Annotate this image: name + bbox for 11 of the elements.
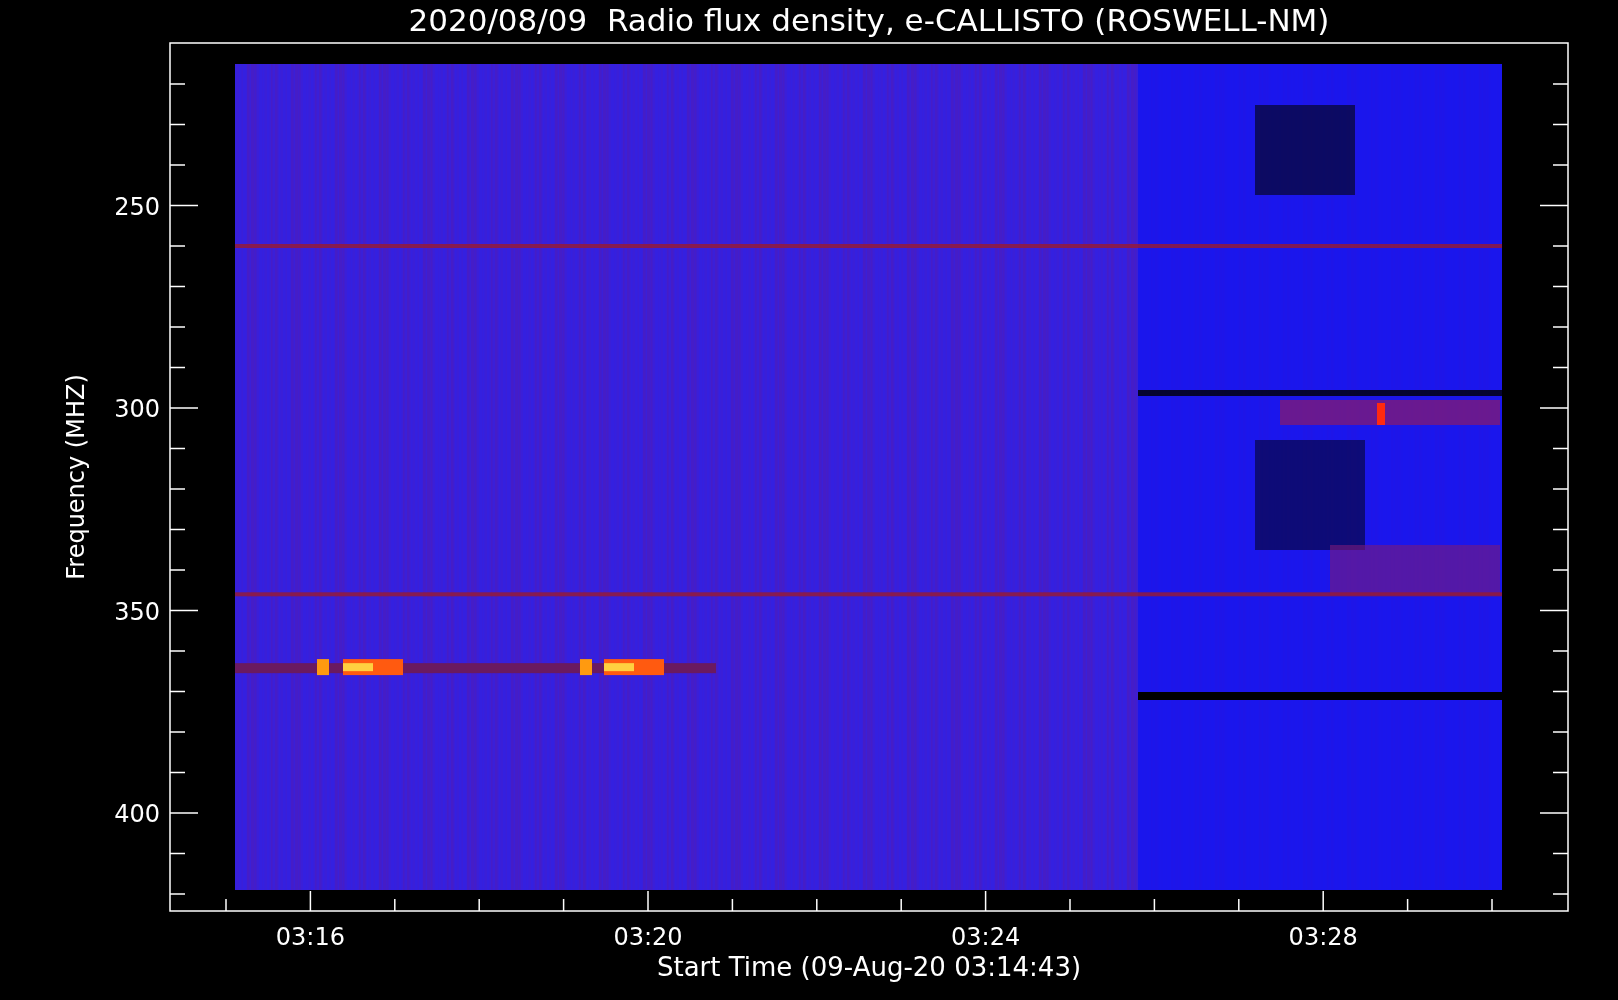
tick-label: 03:20 [613, 923, 683, 951]
tick-label: 03:16 [275, 923, 345, 951]
axis-label: Frequency (MHZ) [62, 374, 90, 580]
axis-label: Start Time (09-Aug-20 03:14:43) [656, 952, 1082, 982]
tick-label: 400 [114, 800, 160, 828]
tick-label: 350 [114, 597, 160, 626]
tick-label: 03:24 [951, 923, 1021, 951]
tick-label: 03:28 [1288, 923, 1358, 951]
tick-label: 300 [114, 395, 160, 423]
tick-label: 250 [114, 192, 160, 221]
plot-title: 2020/08/09 Radio flux density, e-CALLISTO (ROSWELL-NM) [408, 2, 1330, 38]
